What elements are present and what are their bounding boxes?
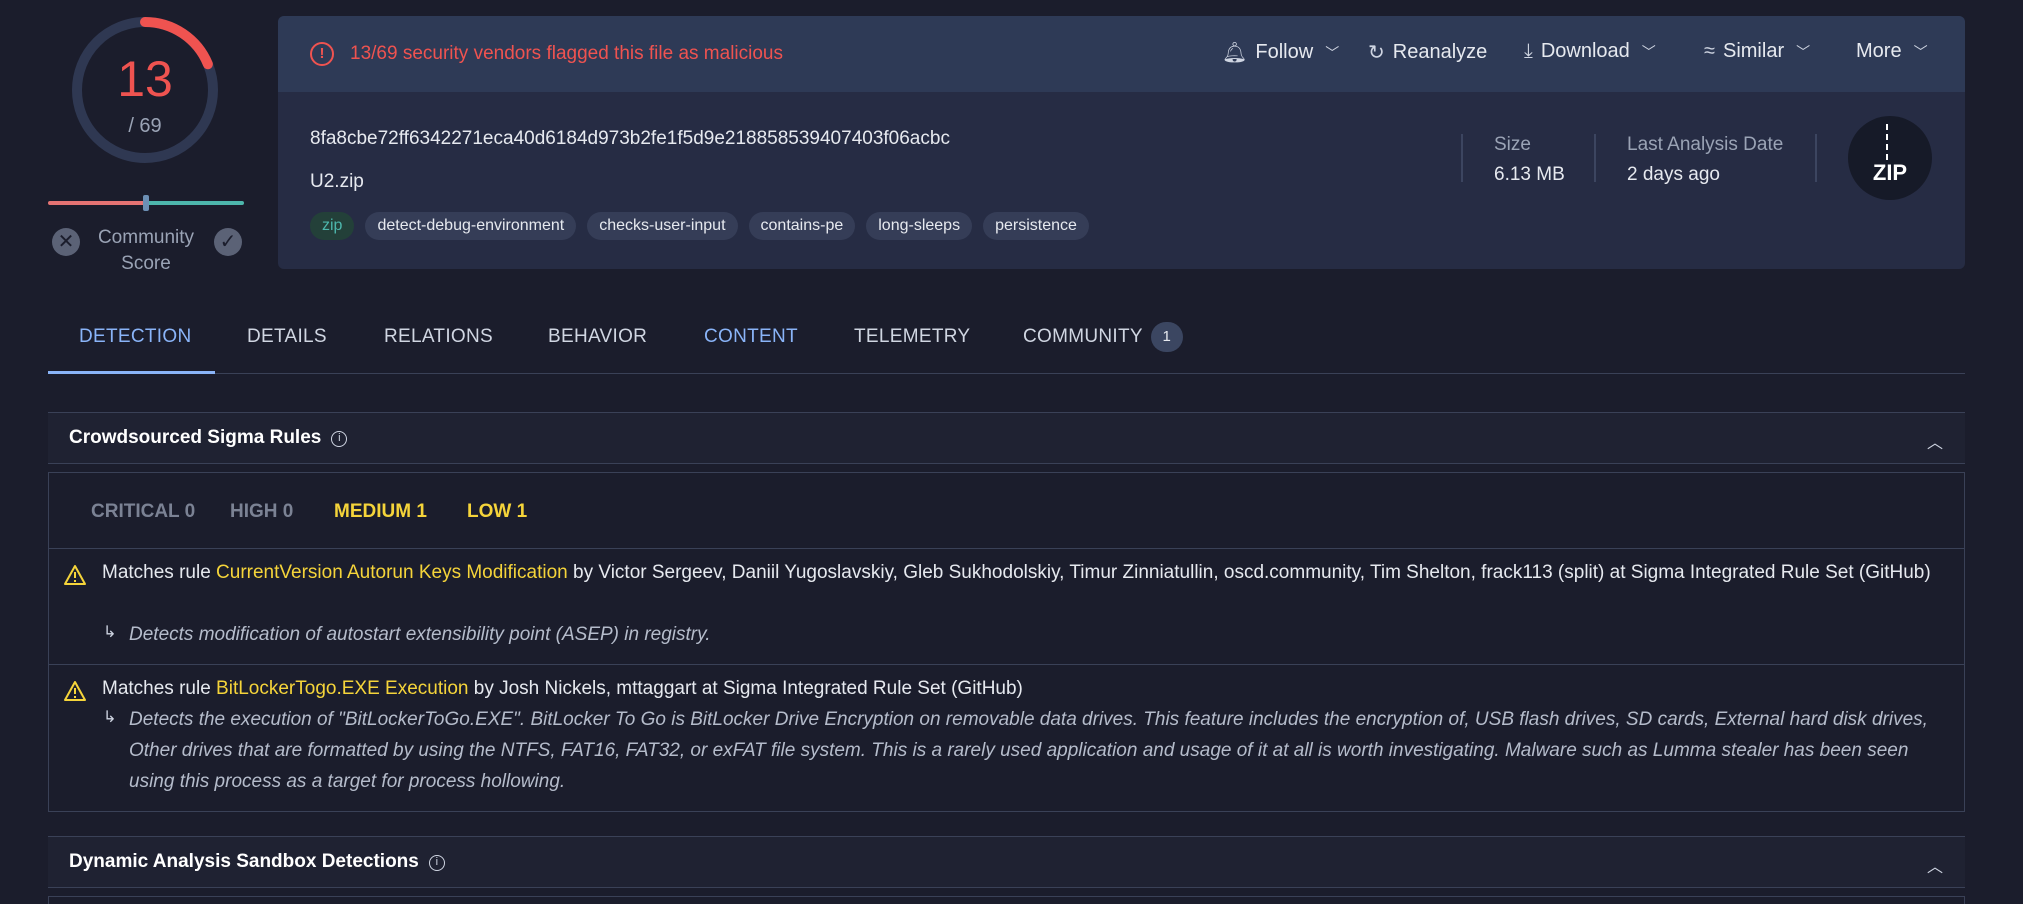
meta-divider: [1594, 134, 1596, 182]
file-summary-card: ! 13/69 security vendors flagged this fi…: [278, 16, 1965, 269]
zip-file-icon-label: ZIP: [1872, 160, 1908, 185]
sandbox-detections-title: Dynamic Analysis Sandbox Detections i: [69, 851, 445, 873]
similar-icon: ≈: [1704, 40, 1715, 62]
download-icon: ⤓: [1524, 40, 1533, 62]
tag-long-sleeps[interactable]: long-sleeps: [866, 212, 973, 240]
similar-label: Similar: [1722, 40, 1785, 62]
chevron-down-icon: ﹀: [1913, 43, 1928, 60]
alert-bar: ! 13/69 security vendors flagged this fi…: [278, 16, 1965, 92]
similar-button[interactable]: ≈ Similar ﹀: [1704, 40, 1810, 63]
return-arrow-icon: ↳: [103, 624, 117, 641]
follow-label: Follow: [1255, 41, 1314, 63]
chevron-down-icon: ﹀: [1641, 43, 1656, 60]
info-icon[interactable]: i: [331, 431, 348, 447]
info-icon[interactable]: i: [428, 855, 445, 871]
alert-text: 13/69 security vendors flagged this file…: [350, 43, 784, 64]
size-label: Size: [1494, 134, 1531, 155]
file-name: U2.zip: [310, 171, 364, 192]
detection-score-widget: 13 / 69 ✕ ✓ Community Score: [40, 10, 250, 274]
tab-telemetry[interactable]: TELEMETRY: [854, 326, 970, 348]
tab-community-label: COMMUNITY: [1023, 326, 1143, 348]
last-analysis-label: Last Analysis Date: [1627, 134, 1784, 155]
meta-divider: [1815, 134, 1817, 182]
chevron-up-icon[interactable]: ︿: [1927, 853, 1943, 877]
rule-description: Detects modification of autostart extens…: [129, 624, 711, 645]
file-hash[interactable]: 8fa8cbe72ff6342271eca40d6184d973b2fe1f5d…: [310, 128, 950, 150]
tab-community[interactable]: COMMUNITY 1: [1023, 322, 1183, 352]
zipper-icon: [1886, 124, 1894, 160]
more-button[interactable]: More ﹀: [1856, 40, 1928, 63]
severity-high[interactable]: HIGH 0: [230, 501, 293, 523]
tab-content[interactable]: CONTENT: [704, 326, 798, 348]
rule-authors: by Victor Sergeev, Daniil Yugoslavskiy, …: [567, 562, 1931, 583]
file-tags: zip detect-debug-environment checks-user…: [310, 212, 1089, 240]
rule-prefix: Matches rule: [102, 678, 217, 699]
tag-detect-debug-environment[interactable]: detect-debug-environment: [365, 212, 577, 240]
score-flagged: 13: [117, 51, 173, 107]
more-label: More: [1856, 40, 1902, 62]
sigma-rule-row: Matches rule BitLockerTogo.EXE Execution…: [49, 664, 1964, 812]
reanalyze-button[interactable]: ↻ Reanalyze: [1368, 40, 1487, 65]
size-value: 6.13 MB: [1494, 164, 1565, 185]
return-arrow-icon: ↳: [103, 709, 117, 726]
severity-medium[interactable]: MEDIUM 1: [334, 501, 427, 523]
rule-description: Detects the execution of "BitLockerToGo.…: [129, 709, 1928, 792]
zip-file-icon: ZIP: [1848, 116, 1932, 200]
severity-low[interactable]: LOW 1: [467, 501, 527, 523]
community-count-badge: 1: [1150, 322, 1183, 352]
sigma-rules-title: Crowdsourced Sigma Rules i: [69, 427, 348, 449]
community-score-knob: [143, 195, 149, 211]
sandbox-detections-header[interactable]: Dynamic Analysis Sandbox Detections i ︿: [48, 836, 1965, 888]
tab-relations[interactable]: RELATIONS: [384, 326, 493, 348]
tab-behavior[interactable]: BEHAVIOR: [548, 326, 647, 348]
vote-harmless-icon[interactable]: ✓: [214, 228, 242, 256]
score-total: / 69: [128, 115, 162, 137]
tab-details[interactable]: DETAILS: [247, 326, 327, 348]
tag-persistence[interactable]: persistence: [983, 212, 1089, 240]
sigma-rules-header[interactable]: Crowdsourced Sigma Rules i ︿: [48, 412, 1965, 464]
meta-divider: [1461, 134, 1463, 182]
reanalyze-label: Reanalyze: [1392, 41, 1488, 63]
warning-icon: [64, 681, 86, 701]
rule-authors: by Josh Nickels, mttaggart at Sigma Inte…: [468, 678, 1023, 699]
sigma-rules-panel: CRITICAL 0 HIGH 0 MEDIUM 1 LOW 1 Matches…: [48, 472, 1965, 812]
severity-critical[interactable]: CRITICAL 0: [91, 501, 195, 523]
last-analysis-value: 2 days ago: [1627, 164, 1720, 185]
tab-detection[interactable]: DETECTION: [79, 326, 191, 348]
vote-harmful-icon[interactable]: ✕: [52, 228, 80, 256]
refresh-icon: ↻: [1368, 42, 1385, 64]
tag-checks-user-input[interactable]: checks-user-input: [587, 212, 738, 240]
follow-button[interactable]: 🔔︎ Follow ﹀: [1222, 40, 1339, 65]
rule-prefix: Matches rule: [102, 562, 217, 583]
community-score-label: Community Score: [97, 227, 195, 274]
alert-icon: !: [310, 42, 334, 66]
chevron-down-icon: ﹀: [1796, 43, 1811, 60]
rule-link[interactable]: BitLockerTogo.EXE Execution: [216, 678, 468, 699]
download-button[interactable]: ⤓ Download ﹀: [1524, 40, 1656, 63]
warning-icon: [64, 565, 86, 585]
section-tabs: DETECTION DETAILS RELATIONS BEHAVIOR CON…: [48, 312, 1965, 374]
sandbox-detections-panel: [48, 896, 1965, 904]
bell-icon: 🔔︎: [1222, 42, 1248, 64]
chevron-down-icon: ﹀: [1325, 44, 1340, 61]
tag-contains-pe[interactable]: contains-pe: [748, 212, 856, 240]
sigma-rule-text: Matches rule BitLockerTogo.EXE Execution…: [102, 673, 1950, 704]
tag-zip[interactable]: zip: [310, 212, 355, 240]
download-label: Download: [1540, 40, 1630, 62]
sandbox-detections-title-text: Dynamic Analysis Sandbox Detections: [69, 851, 419, 872]
sigma-rule-text: Matches rule CurrentVersion Autorun Keys…: [102, 557, 1950, 588]
sigma-rule-row: Matches rule CurrentVersion Autorun Keys…: [49, 548, 1964, 664]
active-tab-indicator: [48, 371, 215, 374]
rule-link[interactable]: CurrentVersion Autorun Keys Modification: [216, 562, 568, 583]
sigma-rules-title-text: Crowdsourced Sigma Rules: [69, 427, 322, 448]
chevron-up-icon[interactable]: ︿: [1927, 429, 1943, 453]
